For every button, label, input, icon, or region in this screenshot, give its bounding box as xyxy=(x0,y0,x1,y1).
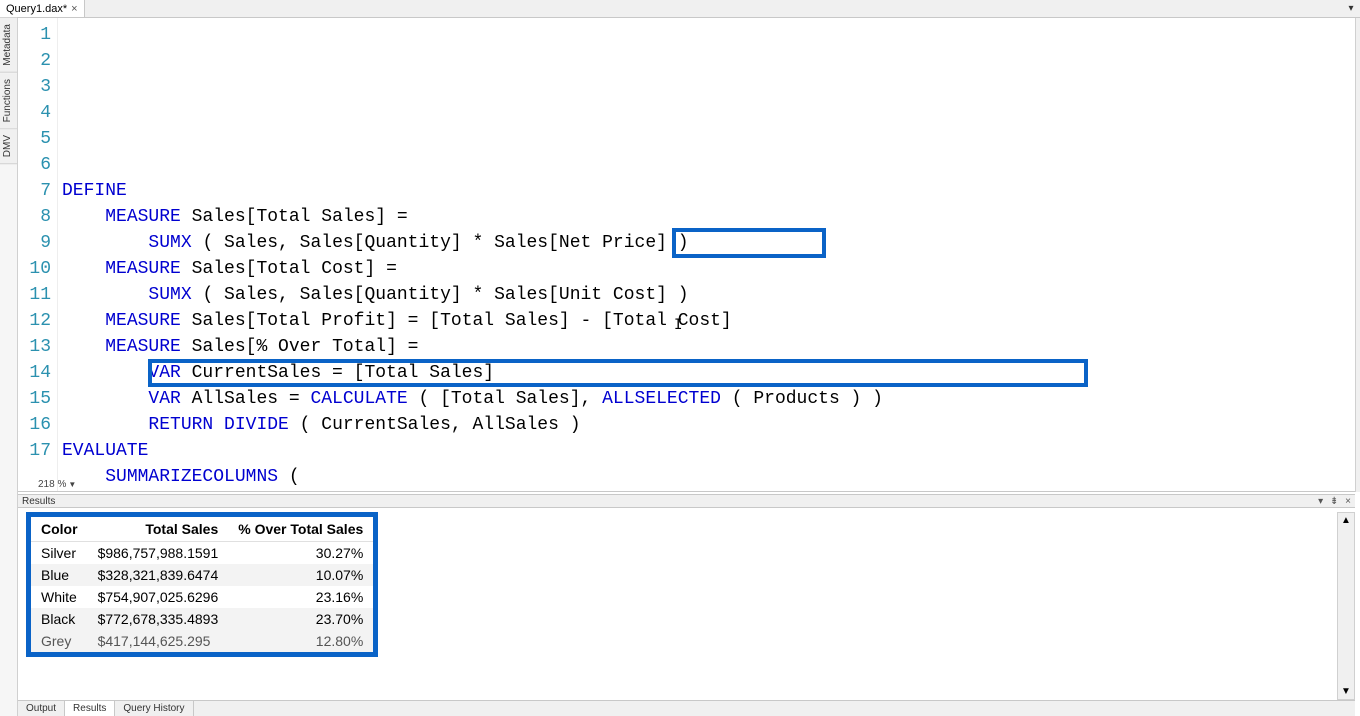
panel-window-controls: ▾ ⇟ × xyxy=(1314,496,1351,507)
code-line[interactable]: SUMX ( Sales, Sales[Quantity] * Sales[Ne… xyxy=(62,230,1351,256)
results-panel-header: Results ▾ ⇟ × xyxy=(18,494,1355,508)
bottom-tab-strip: OutputResultsQuery History xyxy=(18,700,1355,716)
scroll-down-icon[interactable]: ▼ xyxy=(1339,684,1353,699)
code-area[interactable]: I DEFINE MEASURE Sales[Total Sales] = SU… xyxy=(58,18,1355,491)
text-cursor: I xyxy=(674,312,682,338)
close-icon[interactable]: × xyxy=(71,3,77,15)
code-line[interactable]: Products[Color], xyxy=(62,490,1351,492)
results-header-row: ColorTotal Sales% Over Total Sales xyxy=(31,517,373,542)
zoom-indicator[interactable]: 218 % ▼ xyxy=(38,479,76,490)
bottom-tab-query-history[interactable]: Query History xyxy=(115,701,193,716)
close-icon[interactable]: × xyxy=(1345,496,1351,507)
table-row[interactable]: Grey$417,144,625.29512.80% xyxy=(31,630,373,652)
column-header[interactable]: Color xyxy=(31,517,88,542)
code-line[interactable]: MEASURE Sales[% Over Total] = xyxy=(62,334,1351,360)
tabs-overflow-icon[interactable]: ▾ xyxy=(1342,0,1360,17)
code-line[interactable]: VAR AllSales = CALCULATE ( [Total Sales]… xyxy=(62,386,1351,412)
code-line[interactable]: MEASURE Sales[Total Sales] = xyxy=(62,204,1351,230)
results-table[interactable]: ColorTotal Sales% Over Total Sales Silve… xyxy=(31,517,373,652)
table-row[interactable]: Black$772,678,335.489323.70% xyxy=(31,608,373,630)
code-line[interactable]: RETURN DIVIDE ( CurrentSales, AllSales ) xyxy=(62,412,1351,438)
results-table-highlight: ColorTotal Sales% Over Total Sales Silve… xyxy=(26,512,378,657)
results-panel-body: ColorTotal Sales% Over Total Sales Silve… xyxy=(18,508,1355,700)
code-editor[interactable]: 1234567891011121314151617 I DEFINE MEASU… xyxy=(18,18,1355,492)
line-number-gutter: 1234567891011121314151617 xyxy=(18,18,58,491)
code-line[interactable]: SUMMARIZECOLUMNS ( xyxy=(62,464,1351,490)
code-line[interactable]: EVALUATE xyxy=(62,438,1351,464)
column-header[interactable]: Total Sales xyxy=(88,517,229,542)
file-tab[interactable]: Query1.dax* × xyxy=(0,0,85,17)
code-line[interactable]: SUMX ( Sales, Sales[Quantity] * Sales[Un… xyxy=(62,282,1351,308)
table-row[interactable]: White$754,907,025.629623.16% xyxy=(31,586,373,608)
code-line[interactable]: VAR CurrentSales = [Total Sales] xyxy=(62,360,1351,386)
bottom-tab-output[interactable]: Output xyxy=(18,701,65,716)
code-line[interactable]: MEASURE Sales[Total Profit] = [Total Sal… xyxy=(62,308,1351,334)
scroll-up-icon[interactable]: ▲ xyxy=(1339,513,1353,528)
results-panel-title: Results xyxy=(22,496,55,507)
code-line[interactable]: MEASURE Sales[Total Cost] = xyxy=(62,256,1351,282)
side-tab-functions[interactable]: Functions xyxy=(0,73,17,129)
results-scrollbar[interactable]: ▲ ▼ xyxy=(1337,512,1355,700)
file-tab-title: Query1.dax* xyxy=(6,3,67,15)
column-header[interactable]: % Over Total Sales xyxy=(228,517,373,542)
side-tab-strip: Metadata Functions DMV xyxy=(0,18,18,716)
side-tab-metadata[interactable]: Metadata xyxy=(0,18,17,73)
code-line[interactable]: DEFINE xyxy=(62,178,1351,204)
vertical-scrollbar[interactable] xyxy=(1355,18,1360,492)
table-row[interactable]: Blue$328,321,839.647410.07% xyxy=(31,564,373,586)
table-row[interactable]: Silver$986,757,988.159130.27% xyxy=(31,542,373,565)
file-tab-strip: Query1.dax* × ▾ xyxy=(0,0,1360,18)
zoom-value: 218 % xyxy=(38,479,66,490)
pin-icon[interactable]: ⇟ xyxy=(1330,496,1338,507)
bottom-tab-results[interactable]: Results xyxy=(65,701,115,716)
side-tab-dmv[interactable]: DMV xyxy=(0,129,17,164)
dropdown-icon[interactable]: ▾ xyxy=(1318,496,1323,507)
chevron-down-icon: ▼ xyxy=(68,480,76,489)
